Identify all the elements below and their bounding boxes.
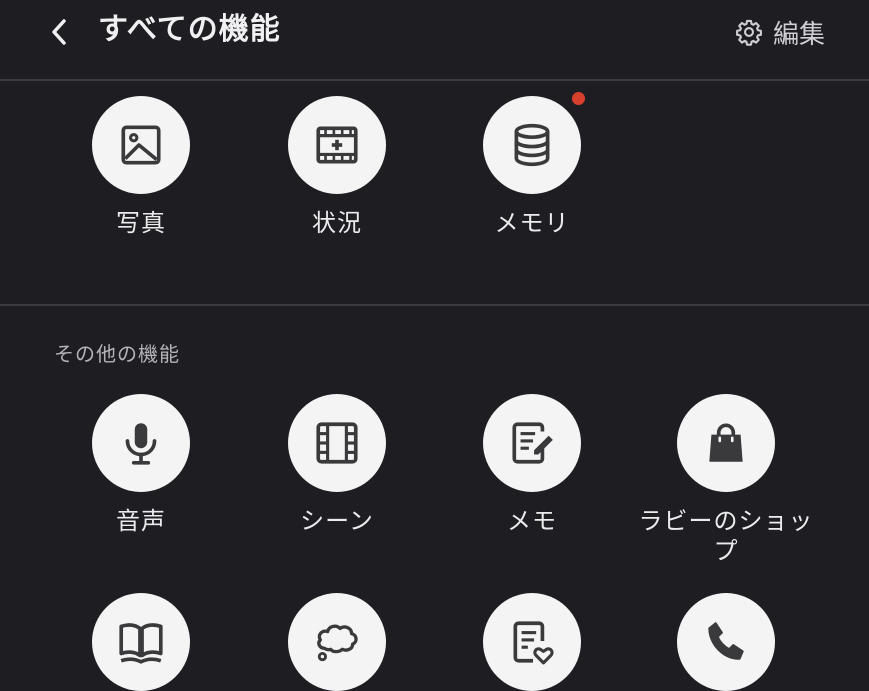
feature-photo-label: 写真	[116, 209, 166, 237]
feature-photo[interactable]: 写真	[56, 96, 226, 238]
header: すべての機能 編集	[0, 0, 869, 80]
feature-memory-circle	[483, 92, 585, 194]
feature-memory-label: メモリ	[494, 209, 570, 237]
feature-note-heart[interactable]	[447, 593, 617, 691]
back-button[interactable]	[40, 12, 80, 52]
gear-icon	[736, 19, 762, 46]
feature-situation[interactable]: 状況	[252, 96, 422, 238]
thought-bubble-icon	[317, 624, 358, 662]
feature-situation-circle	[288, 96, 386, 194]
feature-shop-circle	[677, 394, 775, 492]
database-icon	[514, 123, 550, 167]
notification-badge	[572, 92, 585, 105]
header-divider	[0, 79, 869, 81]
feature-voice[interactable]: 音声	[56, 394, 226, 536]
note-edit-icon	[512, 422, 553, 464]
feature-note-heart-circle	[483, 593, 581, 691]
microphone-icon	[125, 423, 157, 465]
feature-voice-label: 音声	[116, 507, 166, 535]
edit-button[interactable]: 編集	[735, 12, 825, 52]
image-icon	[121, 125, 161, 165]
feature-memo-label: メモ	[507, 507, 557, 535]
feature-phone-circle	[677, 593, 775, 691]
book-icon	[119, 623, 163, 664]
edit-label: 編集	[772, 19, 825, 50]
shopping-bag-icon	[709, 423, 743, 462]
page-title: すべての機能	[98, 12, 281, 47]
film-strip-icon	[316, 422, 358, 464]
feature-photo-circle	[92, 96, 190, 194]
feature-shop[interactable]: ラビーのショップ	[639, 394, 813, 566]
feature-phone[interactable]	[641, 593, 811, 691]
feature-shop-label: ラビーのショップ	[638, 507, 814, 565]
feature-memo-circle	[483, 394, 581, 492]
feature-thought[interactable]	[252, 593, 422, 691]
feature-scene[interactable]: シーン	[252, 394, 422, 536]
section-divider	[0, 304, 869, 306]
feature-book[interactable]	[56, 593, 226, 691]
section-title-other: その他の機能	[54, 342, 180, 366]
feature-voice-circle	[92, 394, 190, 492]
feature-scene-circle	[288, 394, 386, 492]
feature-memory[interactable]: メモリ	[447, 92, 617, 238]
feature-situation-label: 状況	[312, 209, 362, 237]
chevron-left-icon	[52, 19, 66, 45]
feature-memo[interactable]: メモ	[447, 394, 617, 536]
phone-icon	[708, 622, 744, 660]
feature-scene-label: シーン	[300, 507, 374, 535]
film-plus-icon	[316, 126, 358, 164]
feature-book-circle	[92, 593, 190, 691]
feature-thought-circle	[288, 593, 386, 691]
note-heart-icon	[513, 621, 554, 665]
